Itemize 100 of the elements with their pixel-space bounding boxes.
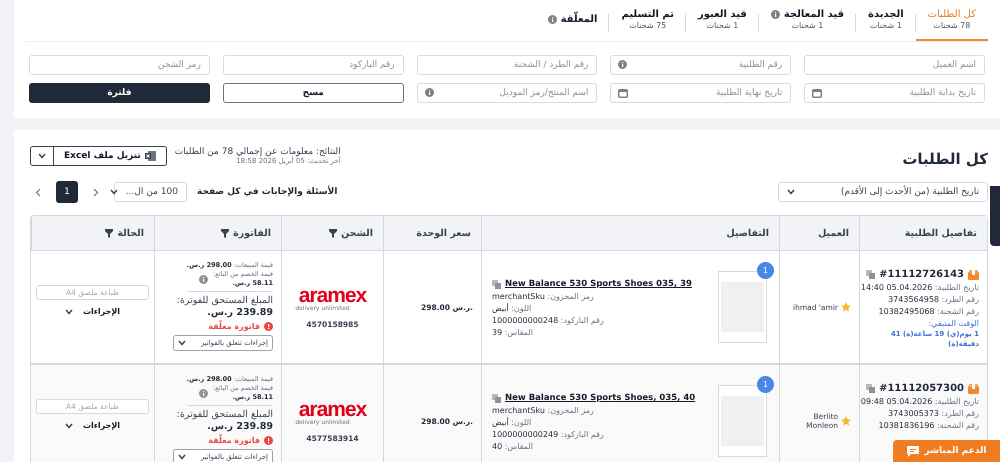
- copy-icon: [492, 280, 501, 288]
- field-label: رقم الشحنة:: [936, 421, 979, 430]
- product-link[interactable]: New Balance 530 Sports Shoes, 035, 40: [505, 393, 696, 403]
- product-link[interactable]: New Balance 530 Sports Shoes 035, 39: [505, 279, 692, 289]
- calendar-icon: [618, 88, 628, 98]
- tab-label: تم التسليم: [621, 9, 674, 20]
- tab-label: قيد العبور: [698, 9, 747, 20]
- field-label: المقاس:: [504, 328, 533, 337]
- status-tab[interactable]: المعلّقة: [536, 0, 610, 41]
- status-tab[interactable]: قيد المعالجة 1 شحنات: [758, 0, 856, 41]
- caret-icon: [64, 422, 73, 428]
- field-label: المقاس:: [504, 442, 533, 451]
- clear-button[interactable]: مسح: [222, 83, 404, 103]
- info-icon: [770, 10, 780, 19]
- status-tab[interactable]: قيد العبور 1 شحنات: [686, 0, 759, 41]
- field-label: اللون:: [510, 304, 532, 313]
- package-icon: [968, 384, 979, 394]
- copy-icon: [492, 394, 501, 402]
- filter-field[interactable]: رقم الطلبية: [610, 55, 792, 75]
- tab-count: 1 شحنات: [792, 21, 824, 30]
- caret-icon: [64, 308, 73, 314]
- tab-label: قيد المعالجة: [784, 9, 844, 20]
- info-icon: [424, 88, 434, 97]
- invoice-status: فاتورة معلّقة: [208, 436, 260, 445]
- column-header: العميل: [779, 216, 859, 251]
- alert-icon: [264, 322, 273, 331]
- status-tab[interactable]: تم التسليم 75 شحنات: [609, 0, 686, 41]
- amount-due: 239.89 ر.س.: [207, 421, 273, 433]
- field-label: رقم الباركود:: [560, 316, 604, 325]
- field-value: 1000000000248: [492, 316, 558, 325]
- chevron-left-icon: [35, 188, 41, 196]
- field-value: 1000000000249: [492, 430, 558, 439]
- amount-due: 239.89 ر.س.: [207, 307, 273, 319]
- package-icon: [968, 270, 979, 280]
- column-header: سعر الوحدة: [383, 216, 481, 251]
- field-value: 3743564958: [888, 295, 939, 304]
- field-value: 40: [492, 442, 502, 451]
- column-header: الشحن: [281, 216, 383, 251]
- results-summary: النتائج: معلومات عن إجمالي 78 من الطلبات: [174, 147, 341, 157]
- field-label: رمز المخزون:: [546, 292, 594, 301]
- order-number: #11112726143: [879, 269, 964, 280]
- column-header: الفاتورة: [154, 216, 281, 251]
- amount-due-label: المبلغ المستحق للفوترة:: [176, 409, 273, 421]
- chat-icon: [906, 446, 918, 456]
- field-value: merchantSku: [492, 292, 545, 301]
- field-label: رقم الشحنة:: [936, 307, 979, 316]
- info-icon: [198, 274, 208, 284]
- field-value: 10381836196: [878, 421, 935, 430]
- actions-menu-button[interactable]: الإجراءات: [58, 306, 126, 317]
- quantity-badge: 1: [757, 262, 774, 279]
- field-value: 10382495068: [878, 307, 935, 316]
- tab-count: 78 شحنات: [933, 21, 970, 30]
- caret-icon: [178, 340, 186, 346]
- info-icon: [198, 388, 208, 398]
- chevron-right-icon: [93, 188, 99, 196]
- column-header: تفاصيل الطلبية: [859, 216, 987, 251]
- carrier-logo: aramex: [298, 400, 366, 418]
- page-title: كل الطلبات: [902, 150, 988, 168]
- page-button[interactable]: 1: [56, 181, 78, 203]
- amount-due-label: المبلغ المستحق للفوترة:: [176, 295, 273, 307]
- filter-field[interactable]: رقم الباركود: [222, 55, 404, 75]
- field-value: merchantSku: [492, 406, 545, 415]
- order-number: #11112057300: [879, 383, 964, 394]
- alert-icon: [264, 436, 273, 445]
- field-value: 09:48 05.04.2026: [860, 397, 932, 406]
- field-value: 3743005373: [888, 409, 939, 418]
- tab-count: 1 شحنات: [706, 21, 738, 30]
- filter-field[interactable]: رقم الطرد / الشحنة: [416, 55, 598, 75]
- field-label: تاريخ الطلبية:: [934, 283, 979, 292]
- status-tab[interactable]: الجديدة 1 شحنات: [856, 0, 916, 41]
- page-size-label: الأسئلة والإجابات في كل صفحة: [197, 187, 338, 197]
- copy-icon: [866, 384, 876, 393]
- tab-label: كل الطلبات: [928, 9, 976, 20]
- status-tab[interactable]: كل الطلبات 78 شحنات: [916, 0, 988, 41]
- info-icon: [618, 60, 628, 69]
- carrier-logo: aramex: [298, 286, 366, 304]
- column-header: الحالة: [31, 216, 154, 251]
- filter-field[interactable]: رمز الشحن: [29, 55, 210, 75]
- field-value: 39: [492, 328, 502, 337]
- calendar-icon: [812, 88, 822, 98]
- field-label: اللون:: [510, 418, 532, 427]
- field-value: أبيض: [492, 304, 509, 313]
- invoice-status: فاتورة معلّقة: [208, 322, 260, 331]
- star-icon: [841, 416, 851, 426]
- actions-menu-button[interactable]: الإجراءات: [58, 420, 126, 431]
- filter-field[interactable]: اسم العميل: [804, 55, 985, 75]
- star-icon: [841, 302, 851, 312]
- quantity-badge: 1: [757, 376, 774, 393]
- column-header: التفاصيل: [481, 216, 779, 251]
- sort-dropdown[interactable]: تاريخ الطلبية (من الأحدث إلى الأقدم): [778, 182, 988, 202]
- field-label: رقم الطرد:: [940, 295, 979, 304]
- caret-icon: [787, 189, 795, 195]
- filter-field[interactable]: تاريخ نهاية الطلبية: [610, 83, 792, 103]
- field-label: رقم الطرد:: [940, 409, 979, 418]
- remaining-time-label: الوقت المتبقي:: [927, 318, 979, 329]
- filter-field[interactable]: تاريخ بداية الطلبية: [804, 83, 985, 103]
- filter-button[interactable]: فلترة: [28, 83, 210, 103]
- field-label: رقم الباركود:: [560, 430, 604, 439]
- caret-icon: [110, 189, 118, 195]
- filter-field[interactable]: اسم المنتج/رمز الموديل: [416, 83, 598, 103]
